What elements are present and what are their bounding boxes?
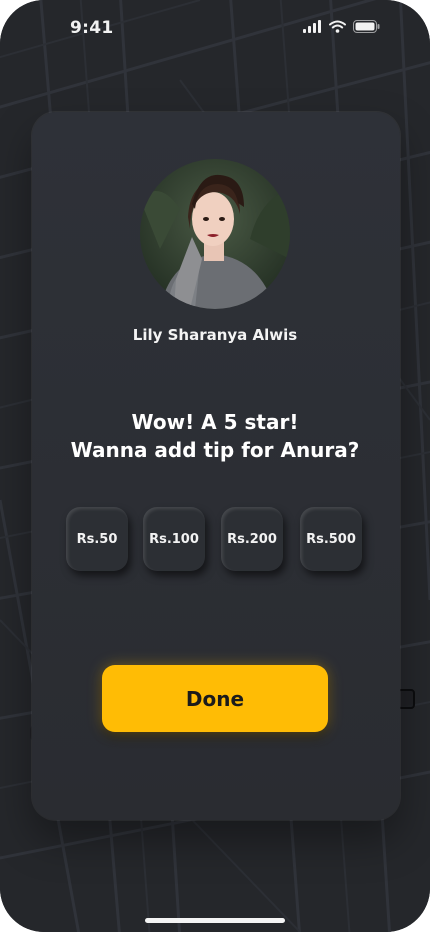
battery-icon [353, 20, 380, 33]
tip-options: Rs.50 Rs.100 Rs.200 Rs.500 [64, 507, 364, 573]
tip-option-200[interactable]: Rs.200 [221, 507, 283, 571]
status-time: 9:41 [70, 18, 114, 38]
tip-option-50[interactable]: Rs.50 [66, 507, 128, 571]
signal-icon [303, 20, 321, 33]
status-bar: 9:41 [0, 0, 430, 60]
home-indicator[interactable] [145, 918, 285, 923]
rating-headline: Wow! A 5 star! [131, 410, 299, 434]
driver-name: Lily Sharanya Alwis [132, 326, 298, 344]
tip-option-500[interactable]: Rs.500 [300, 507, 362, 571]
phone-screen: 9:41 Lily Sharanya Alwis Wow! A 5 star! … [0, 0, 430, 932]
done-button[interactable]: Done [102, 665, 328, 732]
tip-option-100[interactable]: Rs.100 [143, 507, 205, 571]
tip-question: Wanna add tip for Anura? [70, 438, 360, 462]
driver-avatar [140, 159, 290, 309]
status-icons [303, 20, 380, 33]
wifi-icon [329, 20, 346, 33]
